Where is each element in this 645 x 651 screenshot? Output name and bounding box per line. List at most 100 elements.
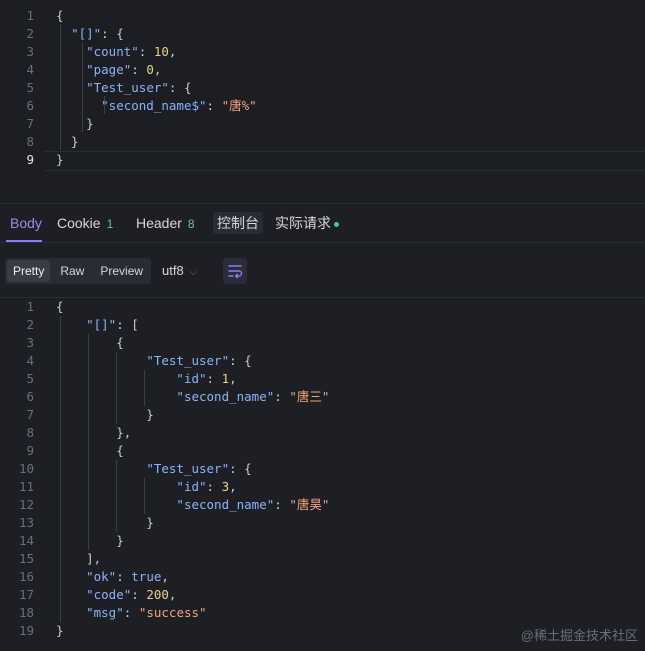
tab-body[interactable]: Body bbox=[10, 204, 42, 242]
code-token: 10 bbox=[153, 44, 169, 59]
code-line: "count": 10, bbox=[56, 43, 176, 61]
code-token: { bbox=[56, 8, 64, 23]
code-line: } bbox=[56, 115, 94, 133]
code-token: : bbox=[206, 479, 222, 494]
code-line: "msg": "success" bbox=[56, 604, 206, 622]
line-number: 7 bbox=[26, 407, 34, 422]
line-number: 14 bbox=[18, 533, 34, 548]
line-number: 3 bbox=[26, 335, 34, 350]
code-token: : bbox=[131, 62, 147, 77]
view-mode-switch: Pretty Raw Preview bbox=[5, 258, 152, 284]
code-token: : bbox=[123, 605, 139, 620]
code-line: "id": 1, bbox=[56, 370, 237, 388]
tab-cookie[interactable]: Cookie 1 bbox=[57, 204, 113, 242]
active-tab-indicator bbox=[6, 240, 42, 242]
code-token: "Test_user" bbox=[86, 80, 169, 95]
code-token: "page" bbox=[86, 62, 132, 77]
line-number: 2 bbox=[26, 26, 34, 41]
code-token: "code" bbox=[86, 587, 132, 602]
code-token: , bbox=[229, 371, 237, 386]
code-token: , bbox=[161, 569, 169, 584]
code-token: : bbox=[206, 98, 222, 113]
chevron-down-icon: ⌵ bbox=[189, 267, 198, 278]
header-count-badge: 8 bbox=[187, 217, 195, 231]
code-token: { bbox=[56, 443, 124, 458]
encoding-value: utf8 bbox=[162, 263, 184, 278]
encoding-select[interactable]: utf8 ⌵ bbox=[162, 258, 197, 284]
code-line: } bbox=[56, 406, 154, 424]
code-token: "id" bbox=[176, 479, 207, 494]
tab-console[interactable]: 控制台 bbox=[213, 204, 263, 242]
code-token: "[]" bbox=[71, 26, 102, 41]
code-line: } bbox=[56, 514, 154, 532]
code-line: "second_name": "唐昊" bbox=[56, 496, 329, 514]
code-line: "second_name$": "唐%" bbox=[56, 97, 257, 115]
word-wrap-button[interactable] bbox=[223, 258, 247, 284]
line-number: 5 bbox=[26, 80, 34, 95]
watermark: @稀土掘金技术社区 bbox=[520, 628, 638, 643]
raw-button[interactable]: Raw bbox=[54, 260, 90, 282]
code-token: "唐%" bbox=[221, 98, 257, 113]
line-number: 5 bbox=[26, 371, 34, 386]
line-number: 1 bbox=[26, 8, 34, 23]
code-token: "second_name" bbox=[176, 389, 275, 404]
code-token: { bbox=[56, 335, 124, 350]
code-token: { bbox=[56, 299, 64, 314]
tab-header[interactable]: Header 8 bbox=[136, 204, 195, 242]
code-token: "Test_user" bbox=[146, 461, 230, 476]
code-token: "[]" bbox=[86, 317, 117, 332]
line-number: 7 bbox=[26, 116, 34, 131]
code-token: , bbox=[168, 44, 177, 59]
tab-body-label: Body bbox=[10, 215, 42, 231]
code-line: { bbox=[56, 442, 124, 460]
line-number: 11 bbox=[18, 479, 34, 494]
word-wrap-icon bbox=[228, 265, 243, 279]
line-number: 1 bbox=[26, 299, 34, 314]
line-number: 3 bbox=[26, 44, 34, 59]
tab-actual-request[interactable]: 实际请求 bbox=[275, 204, 339, 242]
code-token: "ok" bbox=[86, 569, 117, 584]
code-token: } bbox=[56, 533, 124, 548]
code-line: "Test_user": { bbox=[56, 460, 252, 478]
code-line: "id": 3, bbox=[56, 478, 236, 496]
tab-header-label: Header bbox=[136, 215, 182, 231]
response-body-viewer[interactable]: 1 2 3 4 5 6 7 8 9 10 11 12 13 14 15 16 17 18 19 { "[]": [ … bbox=[0, 298, 645, 651]
line-number: 15 bbox=[18, 551, 34, 566]
line-number: 4 bbox=[26, 353, 34, 368]
code-line: "ok": true, bbox=[56, 568, 169, 586]
code-token: : { bbox=[101, 26, 124, 41]
line-number: 13 bbox=[18, 515, 34, 530]
status-dot-icon bbox=[334, 221, 339, 227]
tab-actual-request-label: 实际请求 bbox=[275, 215, 331, 231]
line-number: 12 bbox=[18, 497, 34, 512]
code-line: "second_name": "唐三" bbox=[56, 388, 329, 406]
code-line: { bbox=[56, 298, 64, 316]
code-token: "msg" bbox=[86, 605, 124, 620]
code-token: "second_name$" bbox=[101, 98, 207, 113]
code-token: : bbox=[138, 44, 154, 59]
code-token: : { bbox=[229, 461, 252, 476]
line-number: 8 bbox=[26, 134, 34, 149]
code-token: true bbox=[131, 569, 162, 584]
code-token: 0 bbox=[146, 62, 154, 77]
line-number: 10 bbox=[18, 461, 34, 476]
code-token: } bbox=[56, 623, 64, 638]
request-body-editor[interactable]: 123456789 { "[]": { "count": 10, "page":… bbox=[0, 0, 645, 204]
code-token: "second_name" bbox=[176, 497, 275, 512]
pretty-button[interactable]: Pretty bbox=[7, 260, 51, 282]
code-line: }, bbox=[56, 424, 131, 442]
line-number: 6 bbox=[26, 98, 34, 113]
code-token: : bbox=[274, 389, 290, 404]
preview-button[interactable]: Preview bbox=[94, 260, 149, 282]
code-token: : bbox=[274, 497, 290, 512]
response-tabs: Body Cookie 1 Header 8 控制台 实际请求 bbox=[0, 204, 645, 243]
code-token: 200 bbox=[146, 587, 169, 602]
